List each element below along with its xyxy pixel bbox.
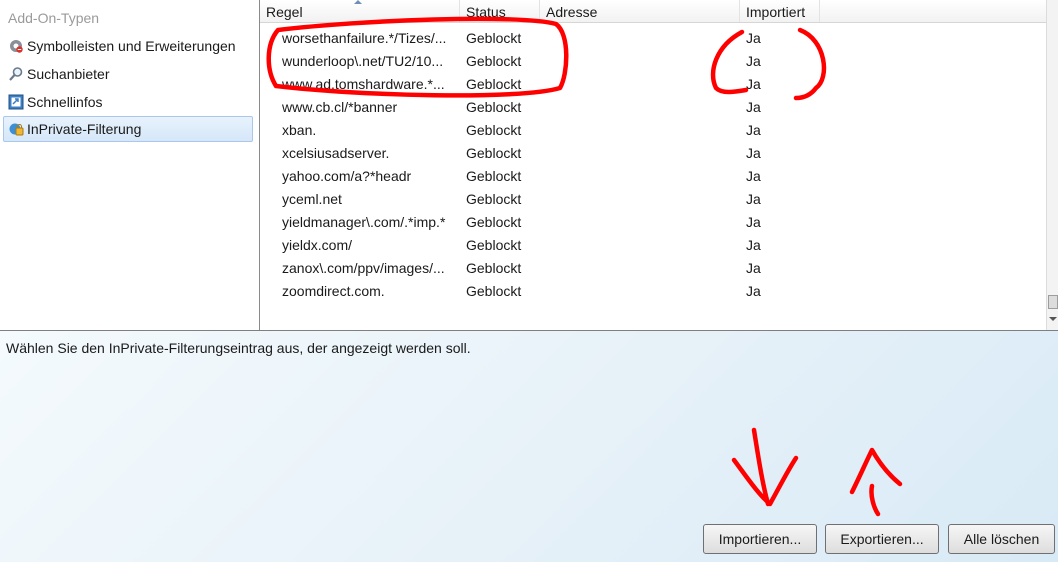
table-row[interactable]: yahoo.com/a?*headr Geblockt Ja bbox=[260, 165, 1046, 188]
clear-all-button[interactable]: Alle löschen bbox=[948, 524, 1055, 554]
sidebar-item-label: Symbolleisten und Erweiterungen bbox=[27, 38, 236, 54]
cell-regel: yahoo.com/a?*headr bbox=[282, 168, 412, 184]
cell-status: Geblockt bbox=[466, 260, 522, 276]
details-pane: Wählen Sie den InPrivate-Filterungseintr… bbox=[0, 331, 1058, 562]
cell-adresse bbox=[546, 73, 736, 96]
cell-adresse bbox=[546, 50, 736, 73]
cell-importiert: Ja bbox=[746, 76, 761, 92]
filter-rules-list[interactable]: Regel Status Adresse Importiert worsetha… bbox=[260, 0, 1046, 330]
accelerator-icon bbox=[8, 94, 24, 110]
cell-importiert: Ja bbox=[746, 260, 761, 276]
table-row[interactable]: xcelsiusadserver. Geblockt Ja bbox=[260, 142, 1046, 165]
inprivate-filter-icon bbox=[8, 121, 24, 137]
scrollbar-thumb[interactable] bbox=[1048, 295, 1058, 309]
list-header: Regel Status Adresse Importiert bbox=[260, 0, 1046, 23]
table-row[interactable]: www.ad.tomshardware.*... Geblockt Ja bbox=[260, 73, 1046, 96]
cell-adresse bbox=[546, 142, 736, 165]
cell-adresse bbox=[546, 96, 736, 119]
cell-importiert: Ja bbox=[746, 99, 761, 115]
cell-regel: zoomdirect.com. bbox=[282, 283, 385, 299]
sidebar-item-label: Schnellinfos bbox=[27, 94, 103, 110]
cell-importiert: Ja bbox=[746, 53, 761, 69]
column-header-regel[interactable]: Regel bbox=[260, 0, 460, 22]
addon-types-heading: Add-On-Typen bbox=[8, 10, 100, 26]
table-row[interactable]: yieldmanager\.com/.*imp.* Geblockt Ja bbox=[260, 211, 1046, 234]
cell-status: Geblockt bbox=[466, 168, 522, 184]
cell-regel: yieldmanager\.com/.*imp.* bbox=[282, 214, 446, 230]
cell-status: Geblockt bbox=[466, 122, 522, 138]
sort-ascending-icon bbox=[354, 0, 362, 4]
cell-regel: www.ad.tomshardware.*... bbox=[282, 76, 445, 92]
cell-status: Geblockt bbox=[466, 99, 522, 115]
column-header-label: Status bbox=[466, 4, 506, 20]
cell-adresse bbox=[546, 188, 736, 211]
sidebar-item-toolbars-extensions[interactable]: Symbolleisten und Erweiterungen bbox=[3, 33, 253, 59]
vertical-scrollbar[interactable] bbox=[1046, 0, 1058, 330]
cell-status: Geblockt bbox=[466, 191, 522, 207]
cell-status: Geblockt bbox=[466, 76, 522, 92]
table-row[interactable]: worsethanfailure.*/Tizes/... Geblockt Ja bbox=[260, 27, 1046, 50]
table-row[interactable]: xban. Geblockt Ja bbox=[260, 119, 1046, 142]
cell-importiert: Ja bbox=[746, 191, 761, 207]
sidebar-item-search-providers[interactable]: Suchanbieter bbox=[3, 61, 253, 87]
cell-status: Geblockt bbox=[466, 237, 522, 253]
details-hint: Wählen Sie den InPrivate-Filterungseintr… bbox=[6, 340, 471, 356]
cell-importiert: Ja bbox=[746, 237, 761, 253]
table-row[interactable]: zoomdirect.com. Geblockt Ja bbox=[260, 280, 1046, 303]
table-row[interactable]: wunderloop\.net/TU2/10... Geblockt Ja bbox=[260, 50, 1046, 73]
table-row[interactable]: yceml.net Geblockt Ja bbox=[260, 188, 1046, 211]
column-header-label: Adresse bbox=[546, 4, 598, 20]
column-header-adresse[interactable]: Adresse bbox=[540, 0, 740, 22]
cell-regel: yceml.net bbox=[282, 191, 342, 207]
cell-adresse bbox=[546, 27, 736, 50]
column-header-status[interactable]: Status bbox=[460, 0, 540, 22]
cell-importiert: Ja bbox=[746, 145, 761, 161]
table-row[interactable]: zanox\.com/ppv/images/... Geblockt Ja bbox=[260, 257, 1046, 280]
cell-regel: wunderloop\.net/TU2/10... bbox=[282, 53, 444, 69]
cell-status: Geblockt bbox=[466, 53, 522, 69]
cell-adresse bbox=[546, 165, 736, 188]
cell-status: Geblockt bbox=[466, 30, 522, 46]
addon-types-pane: Add-On-Typen Symbolleisten und Erweiteru… bbox=[0, 0, 259, 330]
cell-importiert: Ja bbox=[746, 214, 761, 230]
cell-regel: yieldx.com/ bbox=[282, 237, 353, 253]
cell-adresse bbox=[546, 211, 736, 234]
column-header-importiert[interactable]: Importiert bbox=[740, 0, 820, 22]
cell-adresse bbox=[546, 119, 736, 142]
column-header-label: Regel bbox=[266, 4, 303, 20]
cell-adresse bbox=[546, 280, 736, 303]
cell-importiert: Ja bbox=[746, 30, 761, 46]
column-header-label: Importiert bbox=[746, 4, 806, 20]
table-row[interactable]: www.cb.cl/*banner Geblockt Ja bbox=[260, 96, 1046, 119]
sidebar-item-label: Suchanbieter bbox=[27, 66, 110, 82]
sidebar-item-accelerators[interactable]: Schnellinfos bbox=[3, 89, 253, 115]
cell-adresse bbox=[546, 257, 736, 280]
cell-adresse bbox=[546, 234, 736, 257]
cell-regel: xban. bbox=[282, 122, 317, 138]
cell-regel: www.cb.cl/*banner bbox=[282, 99, 398, 115]
gear-icon bbox=[8, 38, 24, 54]
cell-regel: xcelsiusadserver. bbox=[282, 145, 390, 161]
cell-regel: zanox\.com/ppv/images/... bbox=[282, 260, 445, 276]
cell-status: Geblockt bbox=[466, 214, 522, 230]
import-button[interactable]: Importieren... bbox=[703, 524, 817, 554]
cell-importiert: Ja bbox=[746, 168, 761, 184]
magnifier-icon bbox=[8, 66, 24, 82]
cell-status: Geblockt bbox=[466, 145, 522, 161]
export-button[interactable]: Exportieren... bbox=[825, 524, 939, 554]
cell-status: Geblockt bbox=[466, 283, 522, 299]
cell-regel: worsethanfailure.*/Tizes/... bbox=[282, 30, 447, 46]
scroll-down-arrow-icon[interactable] bbox=[1049, 317, 1057, 321]
cell-importiert: Ja bbox=[746, 122, 761, 138]
sidebar-item-label: InPrivate-Filterung bbox=[27, 121, 142, 137]
sidebar-item-inprivate-filtering[interactable]: InPrivate-Filterung bbox=[3, 116, 253, 142]
table-row[interactable]: yieldx.com/Geblockt Ja bbox=[260, 234, 1046, 257]
cell-importiert: Ja bbox=[746, 283, 761, 299]
